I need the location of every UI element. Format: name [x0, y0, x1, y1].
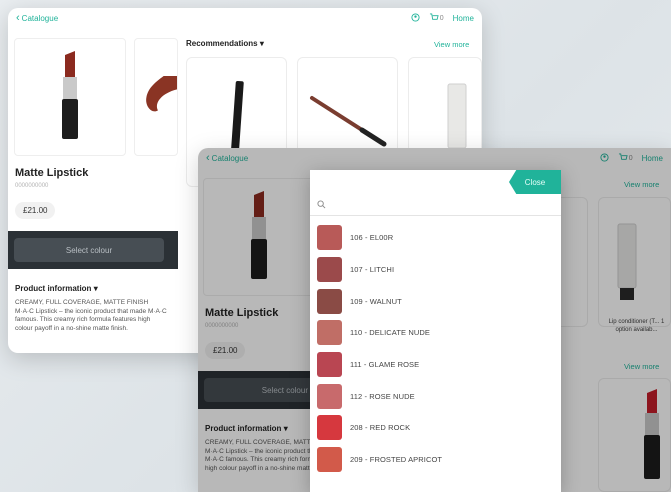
product-info-heading: Product information [205, 424, 282, 433]
lipstick-image [251, 191, 267, 279]
product-image[interactable] [203, 178, 315, 296]
home-link[interactable]: Home [453, 14, 474, 23]
product-image-swatch[interactable] [134, 38, 178, 156]
bag-icon[interactable] [618, 152, 628, 164]
product-price: £21.00 [205, 342, 246, 359]
back-label: Catalogue [21, 13, 59, 23]
dropdown-caret-icon: ▾ [93, 284, 98, 293]
shade-label: 209 - FROSTED APRICOT [350, 455, 443, 465]
close-button[interactable]: Close [509, 170, 561, 194]
product-info-text: CREAMY, FULL COVERAGE, MATTE FINISH M·A·… [15, 299, 167, 332]
profile-icon[interactable] [600, 152, 609, 164]
shade-option[interactable]: 109 - WALNUT [310, 285, 561, 317]
recommendations-heading: Recommendations [186, 39, 258, 48]
shade-search-input[interactable] [331, 200, 541, 209]
back-chevron-icon: ‹ [16, 12, 20, 24]
card-caption: Lip conditioner (T... 1 option availab..… [608, 319, 665, 333]
texture-swatch-image [146, 76, 177, 112]
shade-option[interactable]: 107 - LITCHI [310, 254, 561, 286]
profile-icon[interactable] [411, 12, 420, 24]
product-info-heading: Product information [15, 284, 92, 293]
view-more-link[interactable]: View more [434, 40, 469, 49]
product-code: 0000000000 [15, 183, 49, 189]
product-price: £21.00 [15, 202, 56, 219]
view-more-link[interactable]: View more [624, 362, 659, 371]
select-colour-button[interactable]: Select colour [14, 238, 164, 262]
search-icon [317, 200, 326, 209]
bag-count: 0 [439, 14, 444, 22]
shade-swatch [317, 447, 342, 473]
back-link[interactable]: ‹ Catalogue [16, 12, 59, 24]
top-nav: ‹ Catalogue 0 Home [8, 8, 482, 28]
recommendation-card[interactable] [598, 378, 671, 492]
shade-swatch [317, 225, 342, 251]
front-tablet-screen: ‹ Catalogue 0 Home Matte Lipstick 000000… [198, 148, 671, 492]
shade-option[interactable]: 208 - RED ROCK [310, 412, 561, 444]
shade-swatch [317, 383, 342, 409]
shade-swatch [317, 415, 342, 441]
product-name: Matte Lipstick [15, 167, 89, 179]
shade-label: 208 - RED ROCK [350, 423, 411, 433]
shade-option[interactable]: 110 - DELICATE NUDE [310, 317, 561, 349]
lip-conditioner-image [617, 223, 637, 300]
top-nav: ‹ Catalogue 0 Home [198, 148, 671, 168]
product-image[interactable] [14, 38, 126, 156]
shade-swatch [317, 288, 342, 314]
shade-swatch [317, 257, 342, 283]
shade-option[interactable]: 106 - EL00R [310, 222, 561, 254]
lip-liner-image [309, 96, 386, 147]
shade-label: 107 - LITCHI [350, 265, 395, 275]
lipstick-image [62, 51, 78, 139]
home-link[interactable]: Home [642, 154, 663, 163]
select-colour-bar: Select colour [198, 371, 354, 409]
shade-list: 106 - EL00R 107 - LITCHI 109 - WALNUT 110 -… [310, 222, 561, 476]
shade-search-bar [310, 194, 561, 216]
back-label: Catalogue [211, 153, 249, 163]
shade-label: 110 - DELICATE NUDE [350, 328, 430, 338]
select-colour-bar: Select colour [8, 231, 178, 269]
shade-option[interactable]: 209 - FROSTED APRICOT [310, 444, 561, 476]
recommendation-card[interactable] [598, 197, 671, 327]
back-chevron-icon: ‹ [206, 152, 210, 164]
shade-label: 111 - GLAME ROSE [350, 360, 420, 370]
product-code: 0000000000 [205, 323, 239, 329]
product-info-toggle[interactable]: Product information ▾ [15, 284, 98, 293]
shade-swatch [317, 352, 342, 378]
shade-label: 106 - EL00R [350, 233, 394, 243]
shade-option[interactable]: 111 - GLAME ROSE [310, 349, 561, 381]
dropdown-caret-icon: ▾ [283, 424, 288, 433]
red-lipstick-image [644, 389, 660, 479]
product-name: Matte Lipstick [205, 307, 279, 319]
back-link[interactable]: ‹ Catalogue [206, 152, 249, 164]
shade-label: 112 - ROSE NUDE [350, 391, 415, 401]
shade-option[interactable]: 112 - ROSE NUDE [310, 380, 561, 412]
bag-count: 0 [628, 154, 633, 162]
shade-label: 109 - WALNUT [350, 296, 402, 306]
shade-swatch [317, 320, 342, 346]
dropdown-caret-icon: ▾ [259, 39, 264, 48]
product-info-toggle[interactable]: Product information ▾ [205, 424, 288, 433]
view-more-link[interactable]: View more [624, 180, 659, 189]
bag-icon[interactable] [429, 12, 439, 24]
recommendations-toggle[interactable]: Recommendations ▾ [186, 39, 264, 48]
colour-picker-modal: Close 106 - EL00R 107 - LITCHI 109 - WALNU… [310, 170, 561, 492]
product-panel: Matte Lipstick 0000000000 £21.00 Select … [8, 28, 178, 353]
